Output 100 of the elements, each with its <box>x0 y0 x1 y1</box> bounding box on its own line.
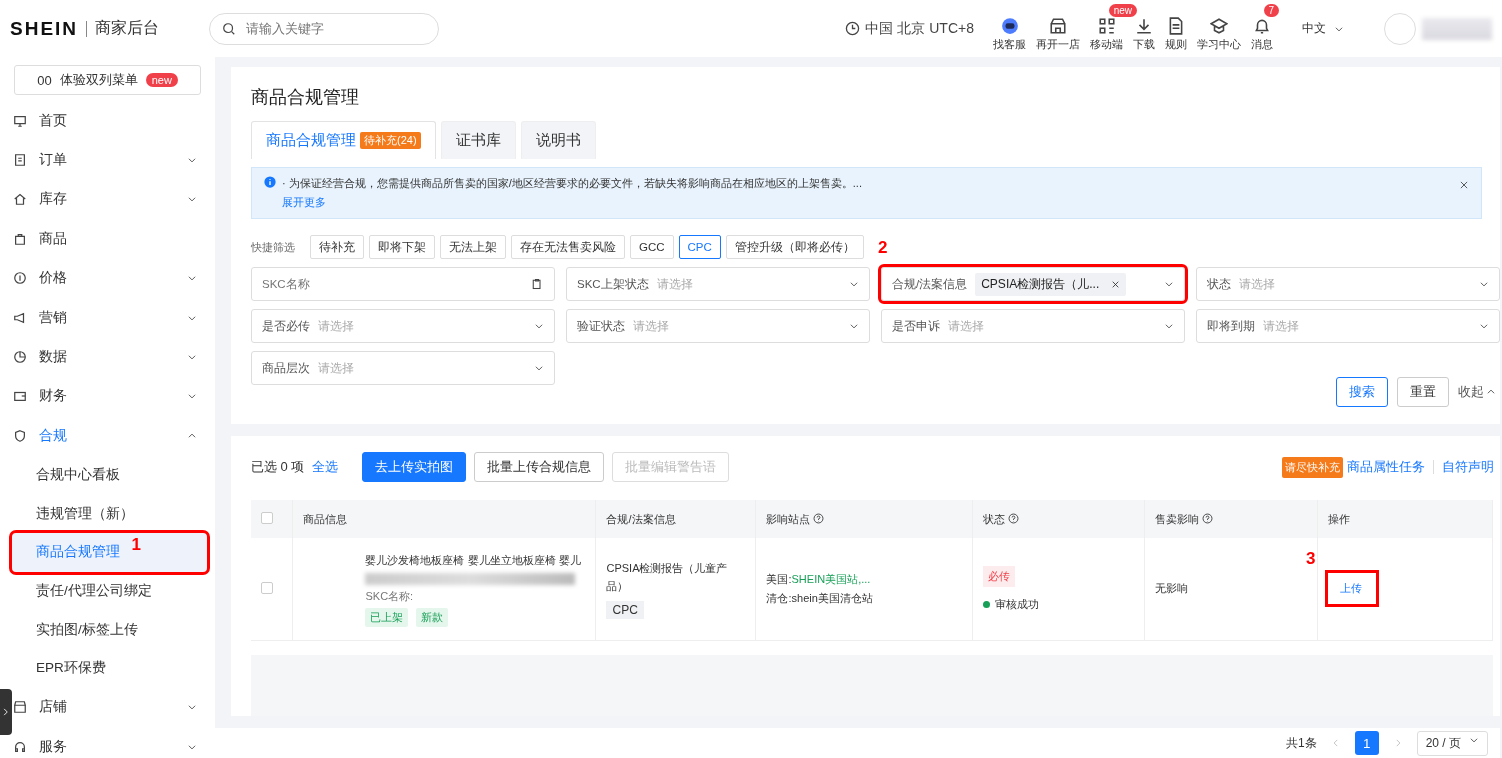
column-header: 售卖影响 <box>1155 512 1214 525</box>
status-tag: 已上架 <box>365 607 409 627</box>
field-label: 验证状态 <box>577 318 625 334</box>
count-badge: 待补充(24) <box>360 132 421 149</box>
text-field[interactable]: SKC名称 <box>251 267 555 301</box>
toolbar-item[interactable]: 再开一店 <box>1031 17 1085 52</box>
filter-chip[interactable]: CPC <box>678 235 721 259</box>
annotation-number: 3 <box>1306 549 1316 570</box>
select-field[interactable]: 即将到期 请选择 <box>1196 309 1500 343</box>
nav-subitem[interactable]: 合规中心看板 <box>12 455 207 495</box>
nav-subitem[interactable]: 违规管理（新） <box>12 494 207 533</box>
tab[interactable]: 说明书 <box>520 121 596 159</box>
quick-filter-label: 快捷筛选 <box>251 239 295 255</box>
search-field[interactable]: 请输入关键字 <box>209 12 440 45</box>
filter-chip[interactable]: 管控升级（即将必传） <box>725 235 864 259</box>
nav-item[interactable]: 价格 <box>13 258 215 298</box>
column-header: 合规/法案信息 <box>606 512 676 525</box>
logo: SHEIN <box>10 17 79 40</box>
filter-chip[interactable]: GCC <box>630 235 674 259</box>
language-selector[interactable]: 中文 <box>1302 20 1344 37</box>
toolbar-item[interactable]: 下载 <box>1128 17 1160 52</box>
toolbar-item[interactable]: 移动端 <box>1085 17 1128 52</box>
filter-chip[interactable]: 即将下架 <box>369 235 435 259</box>
field-label: 是否申诉 <box>892 318 940 334</box>
reset-button[interactable]: 重置 <box>1397 377 1449 407</box>
select-field[interactable]: 验证状态 请选择 <box>566 309 870 343</box>
grid-mark-icon: 00 <box>37 72 52 88</box>
nav-item[interactable]: 财务 <box>13 376 215 417</box>
nav-item[interactable]: 数据 <box>13 337 215 377</box>
menu-mode-label: 体验双列菜单 <box>59 71 138 89</box>
field-placeholder: 请选择 <box>318 360 355 376</box>
link[interactable]: 自符声明 <box>1442 458 1494 476</box>
select-field[interactable]: SKC上架状态 请选择 <box>566 267 870 301</box>
nav-subitem[interactable]: 责任/代理公司绑定 <box>12 571 207 611</box>
field-placeholder: 请选择 <box>633 318 670 334</box>
search-button[interactable]: 搜索 <box>1336 377 1388 407</box>
compliance-tag: CPC <box>606 600 644 619</box>
filter-chip[interactable]: 存在无法售卖风险 <box>511 235 625 259</box>
field-label: SKC上架状态 <box>577 276 649 292</box>
field-placeholder: 请选择 <box>1239 276 1276 292</box>
menu-mode-button[interactable]: 00 体验双列菜单 new <box>14 65 201 95</box>
select-field[interactable]: 是否申诉 请选择 <box>881 309 1185 343</box>
page-button[interactable]: 1 <box>1354 731 1379 755</box>
toolbar-item[interactable]: 学习中心 <box>1192 17 1246 52</box>
status-tag: 新款 <box>416 607 449 627</box>
toolbar-item[interactable]: 找客服 <box>988 17 1031 52</box>
notice-text: · 为保证经营合规，您需提供商品所售卖的国家/地区经营要求的必要文件，若缺失将影响商品在相应地区的上架售卖。... <box>282 176 863 191</box>
nav-item[interactable]: 服务 <box>13 727 215 758</box>
expand-link[interactable]: 展开更多 <box>282 195 326 210</box>
select-field[interactable]: 商品层次 请选择 <box>251 351 555 385</box>
column-header: 商品信息 <box>303 512 348 525</box>
annotation-number: 1 <box>131 534 141 555</box>
toolbar-item[interactable]: 规则 <box>1160 17 1192 52</box>
field-placeholder: 请选择 <box>948 318 985 334</box>
field-placeholder: 请选择 <box>318 318 355 334</box>
nav-item[interactable]: 营销 <box>13 297 215 338</box>
tab[interactable]: 证书库 <box>440 121 516 159</box>
page-size-select[interactable]: 20 / 页 <box>1416 730 1488 756</box>
nav-item[interactable]: 店铺 <box>13 687 215 728</box>
filter-chip[interactable]: 待补充 <box>310 235 364 259</box>
field-placeholder: 请选择 <box>656 276 694 292</box>
action-button[interactable]: 批量上传合规信息 <box>474 452 605 482</box>
column-header: 操作 <box>1328 512 1351 525</box>
field-placeholder: 请选择 <box>1263 318 1300 334</box>
upload-link[interactable]: 上传 <box>1328 573 1377 605</box>
nav-subitem[interactable]: 实拍图/标签上传 <box>12 610 207 649</box>
nav-item[interactable]: 商品 <box>13 219 215 259</box>
tag-text: CPSIA检测报告（儿... <box>981 275 1100 293</box>
field-label: 即将到期 <box>1207 318 1255 334</box>
nav-subitem[interactable]: EPR环保费 <box>12 648 207 688</box>
field-label: 状态 <box>1207 276 1231 292</box>
notification-badge: new <box>1108 4 1137 17</box>
total-count: 共1条 <box>1285 734 1317 752</box>
nav-subitem[interactable]: 商品合规管理 1 <box>12 532 207 572</box>
compliance-text: CPSIA检测报告（儿童产品） <box>606 560 729 594</box>
skc-label: SKC名称: <box>365 588 415 604</box>
hint-badge: 请尽快补充 <box>1282 456 1343 478</box>
timezone-label: 中国 北京 UTC+8 <box>865 19 974 38</box>
nav-item[interactable]: 首页 <box>13 101 215 141</box>
annotation-number: 2 <box>878 238 888 258</box>
nav-item[interactable]: 库存 <box>13 179 215 220</box>
notification-badge: 7 <box>1263 4 1280 17</box>
toolbar-item[interactable]: 消息 <box>1246 17 1278 52</box>
nav-item[interactable]: 订单 <box>13 140 215 180</box>
action-button[interactable]: 去上传实拍图 <box>362 452 467 482</box>
select-field[interactable]: 是否必传 请选择 <box>251 309 555 343</box>
filter-chip[interactable]: 无法上架 <box>440 235 506 259</box>
select-all-link[interactable]: 全选 <box>312 458 339 476</box>
site-text: 美国:SHEIN美国站,... <box>766 571 872 587</box>
column-header: 影响站点 <box>766 512 825 525</box>
status-text: 审核成功 <box>995 596 1040 612</box>
tab[interactable]: 商品合规管理 待补充(24) <box>251 121 436 159</box>
collapse-link[interactable]: 收起 <box>1458 383 1496 401</box>
field-label: 合规/法案信息 <box>892 276 968 292</box>
nav-item[interactable]: 合规 <box>13 416 215 456</box>
selection-count: 已选 0 项 <box>251 458 305 476</box>
action-button: 批量编辑警告语 <box>612 452 730 482</box>
select-field[interactable]: 状态 请选择 <box>1196 267 1500 301</box>
link[interactable]: 商品属性任务 <box>1347 458 1425 476</box>
app-name: 商家后台 <box>95 18 160 38</box>
